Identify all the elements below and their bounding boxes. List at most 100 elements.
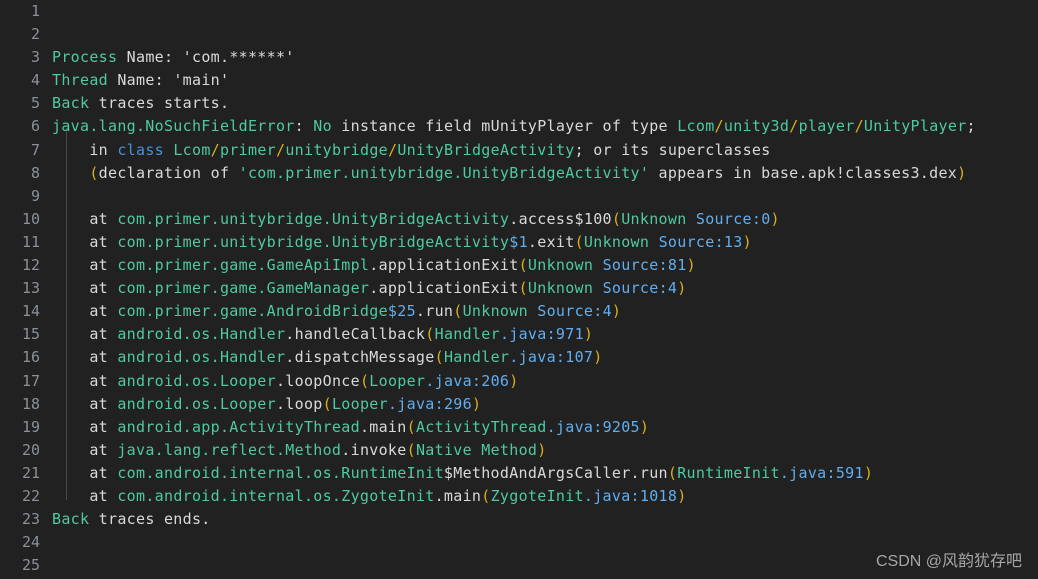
code-token: .java:107 — [509, 348, 594, 367]
code-line[interactable]: 10 at com.primer.unitybridge.UnityBridge… — [0, 208, 1038, 231]
code-token: at — [52, 256, 118, 275]
line-content[interactable]: at java.lang.reflect.Method.invoke(Nativ… — [52, 439, 1038, 462]
code-token: / — [387, 140, 398, 159]
code-lines-container[interactable]: 1 2 3 Process Name: 'com.******' 4 Thread Nam… — [0, 0, 1038, 579]
code-token: ) — [537, 440, 547, 459]
code-token: $1 — [509, 232, 528, 251]
line-content[interactable]: at com.android.internal.os.RuntimeInit$M… — [52, 462, 1038, 485]
code-token: Back — [52, 94, 90, 113]
code-token: .run — [630, 463, 668, 482]
code-token: $MethodAndArgsCaller — [443, 463, 631, 482]
line-content[interactable]: at android.os.Handler.dispatchMessage(Ha… — [52, 346, 1038, 369]
code-token: .java:296 — [387, 394, 472, 413]
code-line[interactable]: 21 at com.android.internal.os.RuntimeIni… — [0, 462, 1038, 485]
code-line[interactable]: 23 Back traces ends. — [0, 508, 1038, 531]
code-token: .java:9205 — [546, 417, 640, 436]
code-token: $25 — [387, 302, 416, 321]
code-token: traces ends. — [89, 510, 211, 529]
code-token: No — [313, 117, 332, 136]
code-token: ( — [406, 417, 416, 436]
line-number: 7 — [30, 140, 40, 159]
line-content[interactable]: Back traces ends. — [52, 508, 1038, 531]
code-line[interactable]: 4 Thread Name: 'main' — [0, 69, 1038, 92]
code-line[interactable]: 17 at android.os.Looper.loopOnce(Looper.… — [0, 370, 1038, 393]
code-line[interactable]: 15 at android.os.Handler.handleCallback(… — [0, 323, 1038, 346]
code-token: traces starts. — [89, 94, 230, 113]
code-line[interactable]: 3 Process Name: 'com.******' — [0, 46, 1038, 69]
code-token: Lcom — [677, 117, 715, 136]
line-number: 18 — [21, 394, 40, 413]
line-content[interactable]: at android.os.Looper.loop(Looper.java:29… — [52, 393, 1038, 416]
code-token: Source:81 — [602, 256, 687, 275]
code-editor-pane[interactable]: 1 2 3 Process Name: 'com.******' 4 Thread Nam… — [0, 0, 1038, 579]
code-token: Handler — [434, 325, 500, 344]
line-content[interactable]: in class Lcom/primer/unitybridge/UnityBr… — [52, 139, 1038, 162]
code-token: ( — [453, 302, 463, 321]
code-line[interactable]: 8 (declaration of 'com.primer.unitybridg… — [0, 162, 1038, 185]
code-token: RuntimeInit — [677, 463, 780, 482]
code-token: Source:0 — [695, 209, 771, 228]
code-token: at — [52, 394, 118, 413]
code-line[interactable]: 5 Back traces starts. — [0, 92, 1038, 115]
code-token: ; or its superclasses — [574, 140, 771, 159]
code-token: Unknown — [621, 209, 687, 228]
code-token: at — [52, 348, 118, 367]
code-token: / — [210, 140, 220, 159]
line-content[interactable]: at android.app.ActivityThread.main(Activ… — [52, 416, 1038, 439]
code-line[interactable]: 9 — [0, 185, 1038, 208]
code-token: .run — [415, 302, 454, 321]
code-token: ( — [425, 325, 435, 344]
code-token: Lcom — [173, 140, 211, 159]
code-line[interactable]: 6 java.lang.NoSuchFieldError: No instance… — [0, 115, 1038, 138]
code-token: at — [52, 325, 118, 344]
line-content[interactable]: at com.primer.unitybridge.UnityBridgeAct… — [52, 231, 1038, 254]
code-line[interactable]: 14 at com.primer.game.AndroidBridge$25.r… — [0, 300, 1038, 323]
line-content[interactable]: java.lang.NoSuchFieldError: No instance … — [52, 115, 1038, 138]
code-line[interactable]: 20 at java.lang.reflect.Method.invoke(Na… — [0, 439, 1038, 462]
code-token: .java:591 — [779, 463, 864, 482]
code-token: Process — [52, 48, 118, 67]
code-line[interactable]: 22 at com.android.internal.os.ZygoteInit… — [0, 485, 1038, 508]
code-token: ( — [406, 440, 416, 459]
code-line[interactable]: 2 — [0, 23, 1038, 46]
code-token: 'com.******' — [173, 48, 295, 67]
code-token: at — [52, 417, 118, 436]
code-token: Thread — [52, 71, 108, 90]
code-token: UnityBridgeActivity — [397, 140, 575, 159]
code-token: ) — [742, 232, 752, 251]
line-content[interactable]: Back traces starts. — [52, 92, 1038, 115]
code-token: 'com.primer.unitybridge.UnityBridgeActiv… — [238, 163, 650, 182]
code-token: ( — [611, 209, 622, 228]
line-content[interactable]: at android.os.Looper.loopOnce(Looper.jav… — [52, 370, 1038, 393]
code-line[interactable]: 11 at com.primer.unitybridge.UnityBridge… — [0, 231, 1038, 254]
code-line[interactable]: 7 in class Lcom/primer/unitybridge/Unity… — [0, 139, 1038, 162]
code-line[interactable]: 12 at com.primer.game.GameApiImpl.applic… — [0, 254, 1038, 277]
code-token: Handler — [443, 348, 510, 367]
code-token: ) — [957, 163, 967, 182]
line-number: 12 — [21, 256, 40, 275]
line-number: 1 — [30, 2, 40, 20]
line-number: 5 — [30, 94, 40, 113]
code-line[interactable]: 19 at android.app.ActivityThread.main(Ac… — [0, 416, 1038, 439]
code-token: at — [52, 440, 118, 459]
line-content[interactable]: at com.primer.game.GameManager.applicati… — [52, 277, 1038, 300]
line-content[interactable]: (declaration of 'com.primer.unitybridge.… — [52, 162, 1038, 185]
line-content[interactable]: Thread Name: 'main' — [52, 69, 1038, 92]
code-line[interactable]: 1 — [0, 0, 1038, 23]
line-content[interactable]: at android.os.Handler.handleCallback(Han… — [52, 323, 1038, 346]
code-token: class — [117, 140, 164, 159]
line-number: 9 — [30, 186, 40, 205]
code-line[interactable]: 16 at android.os.Handler.dispatchMessage… — [0, 346, 1038, 369]
line-content[interactable]: at com.android.internal.os.ZygoteInit.ma… — [52, 485, 1038, 508]
code-token: android.os.Looper — [117, 371, 276, 390]
code-token: / — [789, 117, 799, 136]
code-token: ( — [481, 486, 491, 505]
code-line[interactable]: 18 at android.os.Looper.loop(Looper.java… — [0, 393, 1038, 416]
line-content[interactable]: at com.primer.game.GameApiImpl.applicati… — [52, 254, 1038, 277]
code-line[interactable]: 13 at com.primer.game.GameManager.applic… — [0, 277, 1038, 300]
line-content[interactable]: Process Name: 'com.******' — [52, 46, 1038, 69]
line-content[interactable]: at com.primer.game.AndroidBridge$25.run(… — [52, 300, 1038, 323]
code-token: com.android.internal.os.RuntimeInit — [117, 463, 444, 482]
line-content[interactable]: at com.primer.unitybridge.UnityBridgeAct… — [52, 208, 1038, 231]
